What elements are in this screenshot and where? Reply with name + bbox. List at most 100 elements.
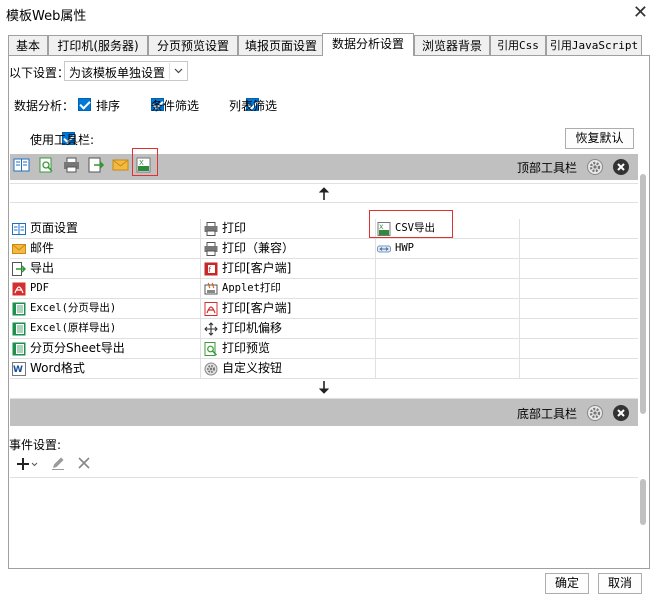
tab-page-preview[interactable]: 分页预览设置 (148, 35, 238, 55)
window-title: 模板Web属性 (6, 9, 87, 24)
remove-icon[interactable] (612, 158, 630, 176)
move-down-row[interactable] (10, 379, 638, 399)
applet-print-icon (204, 282, 218, 296)
list-item[interactable]: PDF (12, 279, 198, 299)
arrow-down-icon[interactable] (318, 380, 330, 399)
use-toolbar-label: 使用工具栏: (30, 133, 95, 147)
list-item[interactable]: Excel(分页导出) (12, 299, 198, 319)
title-bar: 模板Web属性 ✕ (0, 0, 660, 26)
print-icon (204, 242, 218, 256)
settings-select-value: 为该模板单独设置 (69, 66, 166, 80)
hwp-icon (377, 242, 391, 256)
condition-filter-label: 条件筛选 (151, 99, 200, 113)
analysis-label: 数据分析： (14, 99, 75, 113)
tab-data-analysis[interactable]: 数据分析设置 (322, 33, 414, 56)
settings-label: 以下设置： (9, 66, 70, 80)
events-label: 事件设置: (9, 438, 62, 452)
move-up-row[interactable] (10, 183, 638, 203)
list-item[interactable]: 导出 (12, 259, 198, 279)
item-label: Excel(分页导出) (30, 302, 117, 314)
print-icon[interactable] (63, 157, 80, 173)
email-icon[interactable] (112, 157, 129, 173)
add-event-icon[interactable] (15, 455, 39, 473)
list-filter-label: 列表筛选 (229, 99, 278, 113)
tab-css[interactable]: 引用Css (490, 35, 546, 55)
bottom-toolbar-label: 底部工具栏 (517, 407, 578, 421)
cancel-button[interactable]: 取消 (598, 573, 642, 594)
tab-javascript[interactable]: 引用JavaScript (546, 35, 642, 55)
pdf-print-icon (204, 302, 218, 316)
table-row: 邮件 打印（兼容） HWP (10, 239, 638, 259)
item-label: PDF (30, 282, 49, 294)
toolbar-scrollbar[interactable] (638, 154, 648, 426)
gear-icon[interactable] (586, 404, 604, 422)
item-label: Excel(原样导出) (30, 322, 117, 334)
remove-icon[interactable] (612, 404, 630, 422)
item-label: 打印 (222, 221, 247, 235)
list-item[interactable]: 打印预览 (204, 339, 374, 359)
settings-select[interactable]: 为该模板单独设置 (64, 61, 188, 81)
email-icon (12, 242, 26, 256)
table-row: 分页分Sheet导出 打印预览 (10, 339, 638, 359)
list-item[interactable]: 分页分Sheet导出 (12, 339, 198, 359)
item-label: 邮件 (30, 241, 55, 255)
restore-default-button[interactable]: 恢复默认 (565, 128, 634, 149)
list-item[interactable]: 打印（兼容） (204, 239, 374, 259)
item-label: 打印（兼容） (222, 241, 295, 255)
scrollbar-thumb[interactable] (640, 174, 646, 414)
tab-basic[interactable]: 基本 (8, 35, 48, 55)
delete-icon[interactable] (76, 455, 92, 471)
list-item[interactable]: 打印机偏移 (204, 319, 374, 339)
list-item[interactable]: HWP (377, 239, 517, 259)
sort-checkbox[interactable] (78, 98, 91, 111)
tab-fill-page[interactable]: 填报页面设置 (238, 35, 324, 55)
sort-label: 排序 (96, 99, 121, 113)
list-item[interactable]: W Word格式 (12, 359, 198, 379)
top-toolbar-label: 顶部工具栏 (517, 161, 578, 175)
export-icon (12, 262, 27, 276)
events-scrollbar[interactable] (638, 477, 648, 567)
edit-icon[interactable] (50, 455, 66, 471)
tab-printer-server[interactable]: 打印机(服务器) (48, 35, 148, 55)
print-preview-icon (204, 342, 218, 356)
gear-icon[interactable] (586, 158, 604, 176)
scrollbar-thumb[interactable] (640, 479, 646, 525)
tab-browser-background[interactable]: 浏览器背景 (414, 35, 490, 55)
list-item[interactable]: 邮件 (12, 239, 198, 259)
arrow-up-icon[interactable] (318, 185, 330, 204)
table-row: 页面设置 打印 X CSV导出 (10, 219, 638, 239)
page-setup-icon[interactable] (13, 157, 30, 173)
item-label: Word格式 (30, 361, 85, 375)
table-row: Excel(原样导出) 打印机偏移 (10, 319, 638, 339)
item-label: 页面设置 (30, 221, 79, 235)
item-label: 打印机偏移 (222, 321, 283, 335)
table-row: 导出 f 打印[客户端] (10, 259, 638, 279)
chevron-down-icon[interactable] (169, 63, 187, 79)
list-item[interactable]: Applet打印 (204, 279, 374, 299)
top-toolbar-bar[interactable]: X 顶部工具栏 (10, 148, 638, 180)
highlight-box (369, 210, 453, 238)
list-item[interactable]: 自定义按钮 (204, 359, 374, 379)
close-icon[interactable]: ✕ (633, 2, 648, 23)
excel-icon (12, 322, 26, 336)
bottom-toolbar-bar[interactable]: 底部工具栏 (10, 399, 638, 426)
word-icon: W (12, 362, 26, 376)
list-item[interactable]: 打印 (204, 219, 374, 239)
item-label: 自定义按钮 (222, 361, 283, 375)
svg-text:W: W (13, 365, 23, 375)
export-icon[interactable] (88, 157, 105, 173)
page-setup-icon (12, 222, 26, 236)
events-list[interactable] (10, 477, 638, 567)
print-preview-icon[interactable] (38, 157, 55, 173)
move-icon (204, 322, 218, 336)
item-label: 分页分Sheet导出 (30, 341, 125, 355)
highlight-box (132, 148, 158, 176)
list-item[interactable]: Excel(原样导出) (12, 319, 198, 339)
list-item[interactable]: f 打印[客户端] (204, 259, 374, 279)
ok-button[interactable]: 确定 (545, 573, 589, 594)
flash-print-icon: f (204, 262, 218, 276)
excel-icon (12, 342, 26, 356)
item-label: 打印[客户端] (222, 261, 292, 275)
list-item[interactable]: 打印[客户端] (204, 299, 374, 319)
list-item[interactable]: 页面设置 (12, 219, 198, 239)
